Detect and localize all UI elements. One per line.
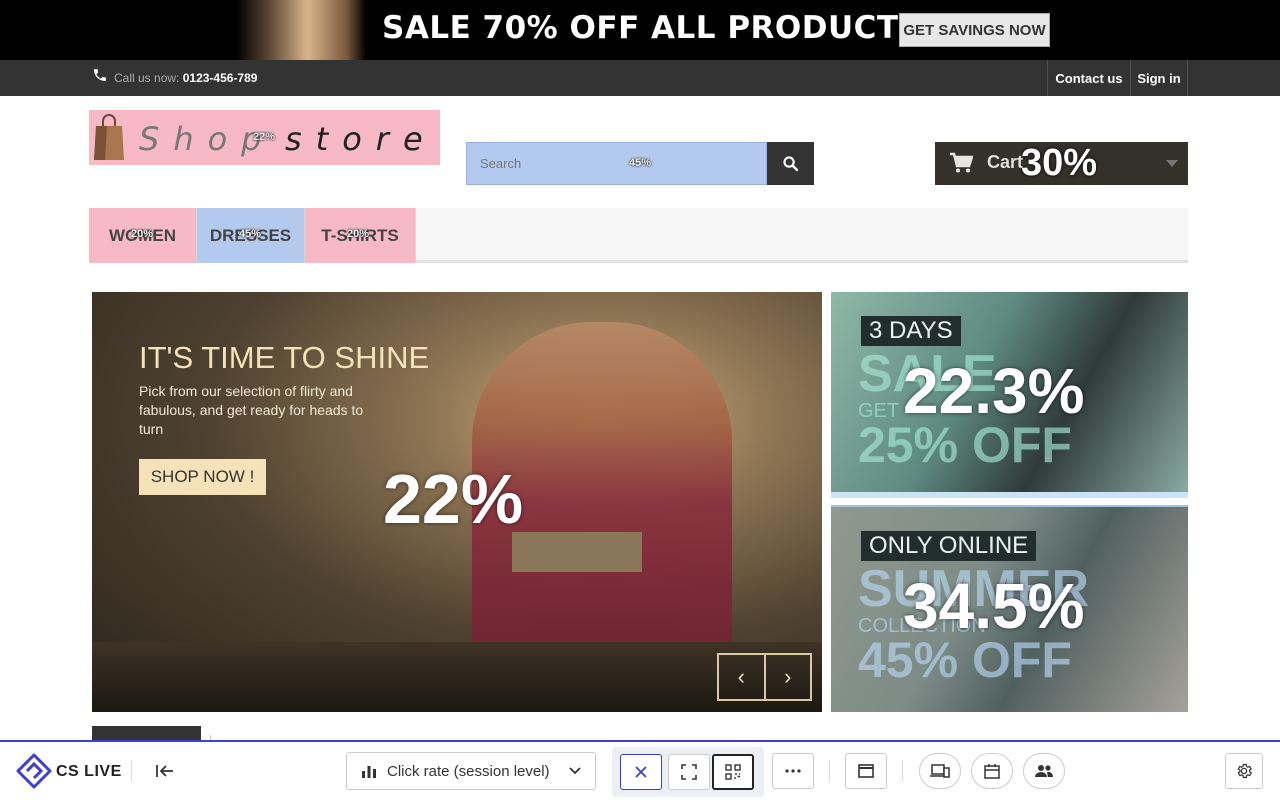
search-icon xyxy=(783,156,799,172)
slider-next-button[interactable]: › xyxy=(763,655,811,699)
qr-grid-icon xyxy=(725,764,741,780)
metric-select[interactable]: Click rate (session level) xyxy=(346,752,596,790)
phone-number: 0123-456-789 xyxy=(182,71,258,85)
shop-logo[interactable]: Shop store 22% xyxy=(89,110,440,165)
banner-click-rate: 22.3% xyxy=(903,355,1085,427)
gear-icon xyxy=(1237,763,1253,779)
bar-chart-icon xyxy=(362,766,376,778)
collapse-left-icon xyxy=(156,765,173,777)
contact-us-link[interactable]: Contact us xyxy=(1047,60,1130,96)
slider-prev-button[interactable]: ‹ xyxy=(719,655,764,699)
promo-model-image xyxy=(236,0,366,60)
banner-click-rate: 34.5% xyxy=(903,570,1085,642)
settings-button[interactable] xyxy=(1225,753,1263,789)
fullscreen-icon xyxy=(681,764,697,780)
more-options-button[interactable] xyxy=(772,753,814,789)
menu-item-dresses[interactable]: DRESSES 45% xyxy=(197,208,305,263)
cart-label: Cart xyxy=(987,152,1024,172)
device-select-button[interactable] xyxy=(919,753,961,789)
calendar-icon xyxy=(984,764,1000,779)
promo-banner-3-days[interactable]: 3 DAYS SALE GET 25% OFF 22.3% xyxy=(831,292,1188,498)
users-icon xyxy=(1035,765,1054,777)
toolbar-divider xyxy=(829,760,830,782)
close-heatmap-button[interactable] xyxy=(620,754,662,790)
chevron-down-icon xyxy=(569,767,581,775)
promo-headline: SALE 70% OFF ALL PRODUCTS xyxy=(382,10,922,46)
logo-store-text: store xyxy=(285,120,437,158)
call-us-label: Call us now: xyxy=(114,71,180,85)
search-button[interactable] xyxy=(767,142,814,185)
menu-item-tshirts[interactable]: T-SHIRTS 20% xyxy=(305,208,416,263)
banner-tag: ONLY ONLINE xyxy=(861,531,1037,561)
menu-click-rate: 45% xyxy=(239,228,262,240)
chevron-left-icon: ‹ xyxy=(737,664,745,689)
hero-description: Pick from our selection of flirty and fa… xyxy=(139,383,364,437)
cart-button[interactable]: Cart 30% xyxy=(935,142,1188,185)
search-input[interactable]: Search 45% xyxy=(466,142,767,185)
get-savings-button[interactable]: GET SAVINGS NOW xyxy=(899,13,1050,47)
slider-controls: ‹ › xyxy=(717,653,812,701)
promo-banner-only-online[interactable]: ONLY ONLINE SUMMER COLLECTION 45% OFF 34… xyxy=(831,505,1188,712)
phone-icon xyxy=(94,69,106,81)
window-view-button[interactable] xyxy=(845,753,887,789)
cart-click-rate: 30% xyxy=(1021,142,1098,184)
search-click-rate: 45% xyxy=(629,157,652,169)
main-menu: WOMEN 20% DRESSES 45% T-SHIRTS 20% xyxy=(89,208,1188,263)
toolbar-divider xyxy=(902,760,903,782)
view-mode-group xyxy=(612,747,764,797)
chevron-right-icon: › xyxy=(784,664,792,689)
logo-click-rate: 22% xyxy=(253,131,276,143)
sign-in-link[interactable]: Sign in xyxy=(1130,60,1188,96)
top-bar: Call us now: 0123-456-789 Contact us Sig… xyxy=(0,60,1280,96)
shop-now-button[interactable]: SHOP NOW ! xyxy=(139,459,266,495)
cs-live-toolbar: CS LIVE Click rate (session level) xyxy=(0,740,1280,800)
menu-click-rate: 20% xyxy=(347,228,370,240)
metric-select-value: Click rate (session level) xyxy=(387,762,550,780)
hero-slider[interactable]: IT'S TIME TO SHINE Pick from our selecti… xyxy=(92,292,822,712)
window-icon xyxy=(858,764,874,778)
call-us-text: Call us now: 0123-456-789 xyxy=(114,71,257,85)
cs-logo-icon xyxy=(16,753,52,789)
more-icon xyxy=(785,769,801,773)
search-placeholder: Search xyxy=(480,156,522,171)
brand-name: CS LIVE xyxy=(56,763,122,780)
banner-tag: 3 DAYS xyxy=(861,316,961,346)
hero-click-rate: 22% xyxy=(383,460,524,538)
cart-icon xyxy=(950,152,973,173)
segments-button[interactable] xyxy=(1023,753,1065,789)
promo-banner[interactable]: SALE 70% OFF ALL PRODUCTS GET SAVINGS NO… xyxy=(0,0,1280,60)
date-range-button[interactable] xyxy=(971,753,1013,789)
chevron-down-icon xyxy=(1166,160,1178,167)
zone-grid-button[interactable] xyxy=(712,754,754,790)
close-icon xyxy=(635,766,647,778)
toolbar-divider xyxy=(131,760,132,782)
collapse-button[interactable] xyxy=(151,757,179,785)
hero-title: IT'S TIME TO SHINE xyxy=(139,340,430,375)
bag-icon xyxy=(94,114,124,160)
menu-item-women[interactable]: WOMEN 20% xyxy=(89,208,197,263)
hero-ledge-shape xyxy=(92,642,822,712)
fullscreen-button[interactable] xyxy=(668,754,710,790)
menu-click-rate: 20% xyxy=(131,228,154,240)
hero-belt-shape xyxy=(512,532,642,572)
devices-icon xyxy=(930,763,950,778)
